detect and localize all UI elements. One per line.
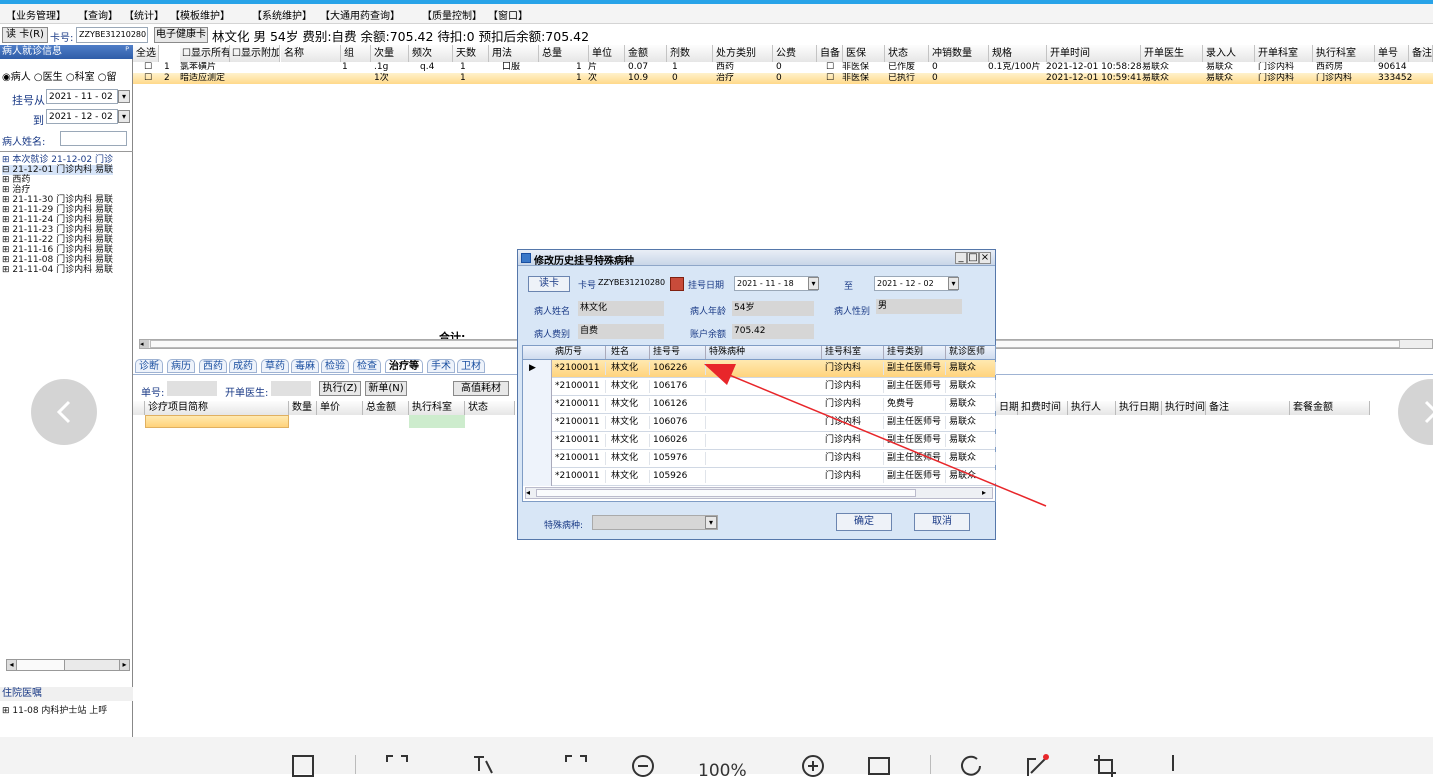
crop-icon[interactable]	[563, 753, 589, 779]
text-recognition-icon[interactable]	[384, 753, 410, 779]
zoom-level: 100%	[698, 761, 747, 781]
image-viewer-toolbar: 100%	[0, 737, 1433, 781]
divider	[355, 755, 356, 774]
download-icon[interactable]	[1160, 753, 1186, 779]
crop-tool-icon[interactable]	[1092, 753, 1118, 779]
divider	[930, 755, 931, 774]
fit-screen-icon[interactable]	[866, 753, 892, 779]
edit-icon[interactable]	[1025, 753, 1051, 779]
rotate-icon[interactable]	[958, 753, 984, 779]
translate-icon[interactable]	[470, 753, 496, 779]
annotation-arrow	[704, 364, 1047, 507]
zoom-out-icon[interactable]	[630, 753, 656, 779]
zoom-in-icon[interactable]	[800, 753, 826, 779]
save-icon[interactable]	[290, 753, 316, 779]
